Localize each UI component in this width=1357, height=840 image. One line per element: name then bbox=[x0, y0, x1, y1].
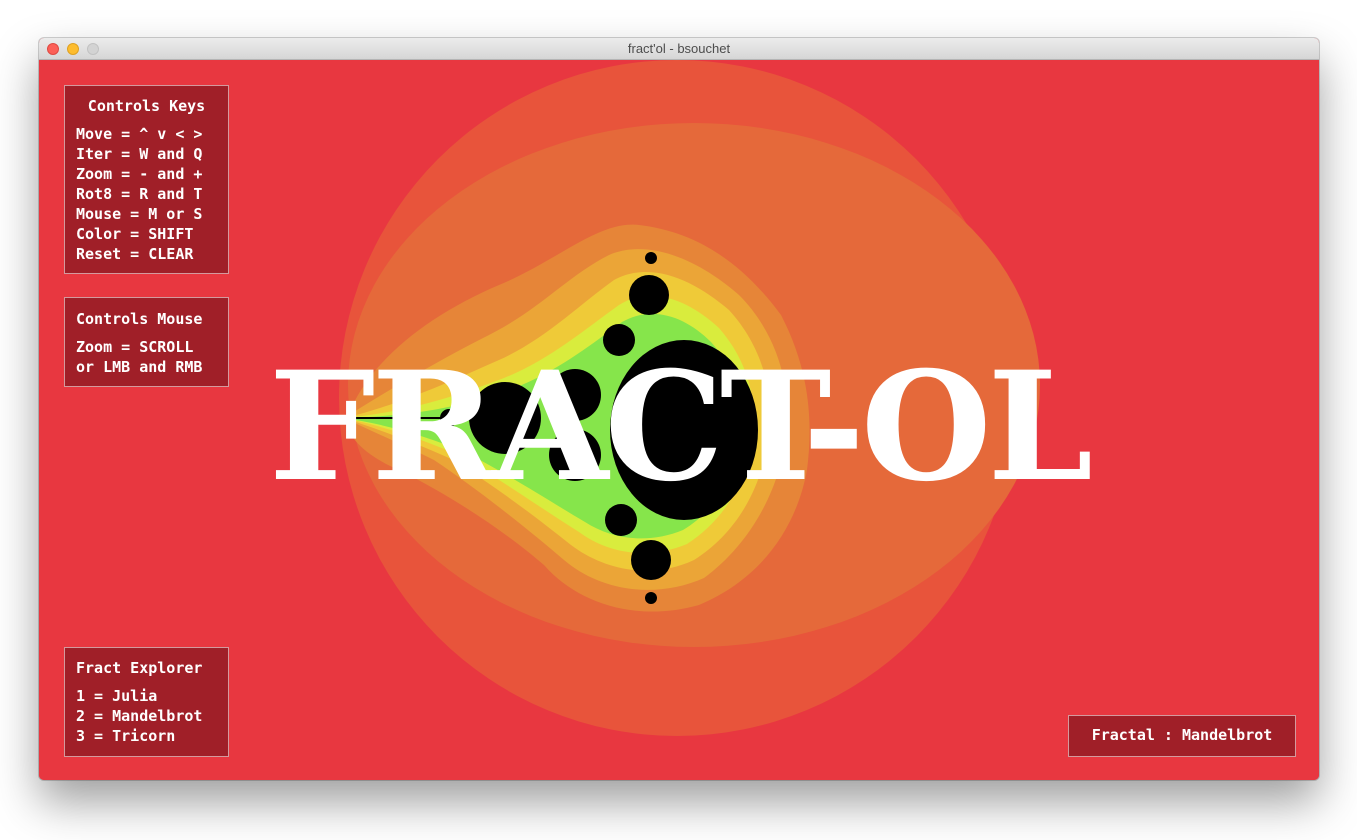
key-binding-iter: Iter = W and Q bbox=[76, 145, 203, 163]
key-binding-reset: Reset = CLEAR bbox=[76, 245, 194, 263]
key-binding-zoom: Zoom = - and + bbox=[76, 165, 203, 183]
mouse-binding-buttons: or LMB and RMB bbox=[76, 358, 203, 376]
key-binding-rotate: Rot8 = R and T bbox=[76, 185, 203, 203]
title-bar: fract'ol - bsouchet bbox=[39, 38, 1319, 60]
app-window: fract'ol - bsouchet FRACT-OL Controls Ke… bbox=[39, 38, 1319, 780]
fractol-title-banner: FRACT-OL bbox=[268, 339, 1093, 515]
key-binding-mouse: Mouse = M or S bbox=[76, 205, 203, 223]
explorer-option-julia: 1 = Julia bbox=[76, 687, 158, 705]
key-binding-move: Move = ^ v < > bbox=[76, 125, 203, 143]
controls-mouse-panel: Controls Mouse Zoom = SCROLL or LMB and … bbox=[64, 297, 229, 387]
panel-title: Controls Mouse bbox=[76, 310, 203, 328]
panel-title: Controls Keys bbox=[87, 97, 206, 115]
window-title: fract'ol - bsouchet bbox=[627, 41, 731, 56]
fract-explorer-panel: Fract Explorer 1 = Julia 2 = Mandelbrot … bbox=[64, 647, 229, 757]
explorer-option-tricorn: 3 = Tricorn bbox=[76, 727, 176, 745]
fractal-canvas[interactable]: FRACT-OL Controls Keys Move = ^ v < > It… bbox=[39, 60, 1319, 780]
key-binding-color: Color = SHIFT bbox=[76, 225, 194, 243]
mouse-binding-zoom: Zoom = SCROLL bbox=[76, 338, 194, 356]
explorer-option-mandelbrot: 2 = Mandelbrot bbox=[76, 707, 203, 725]
controls-keys-panel: Controls Keys Move = ^ v < > Iter = W an… bbox=[64, 85, 229, 274]
panel-title: Fract Explorer bbox=[76, 659, 203, 677]
current-fractal-status: Fractal : Mandelbrot bbox=[1068, 715, 1296, 757]
